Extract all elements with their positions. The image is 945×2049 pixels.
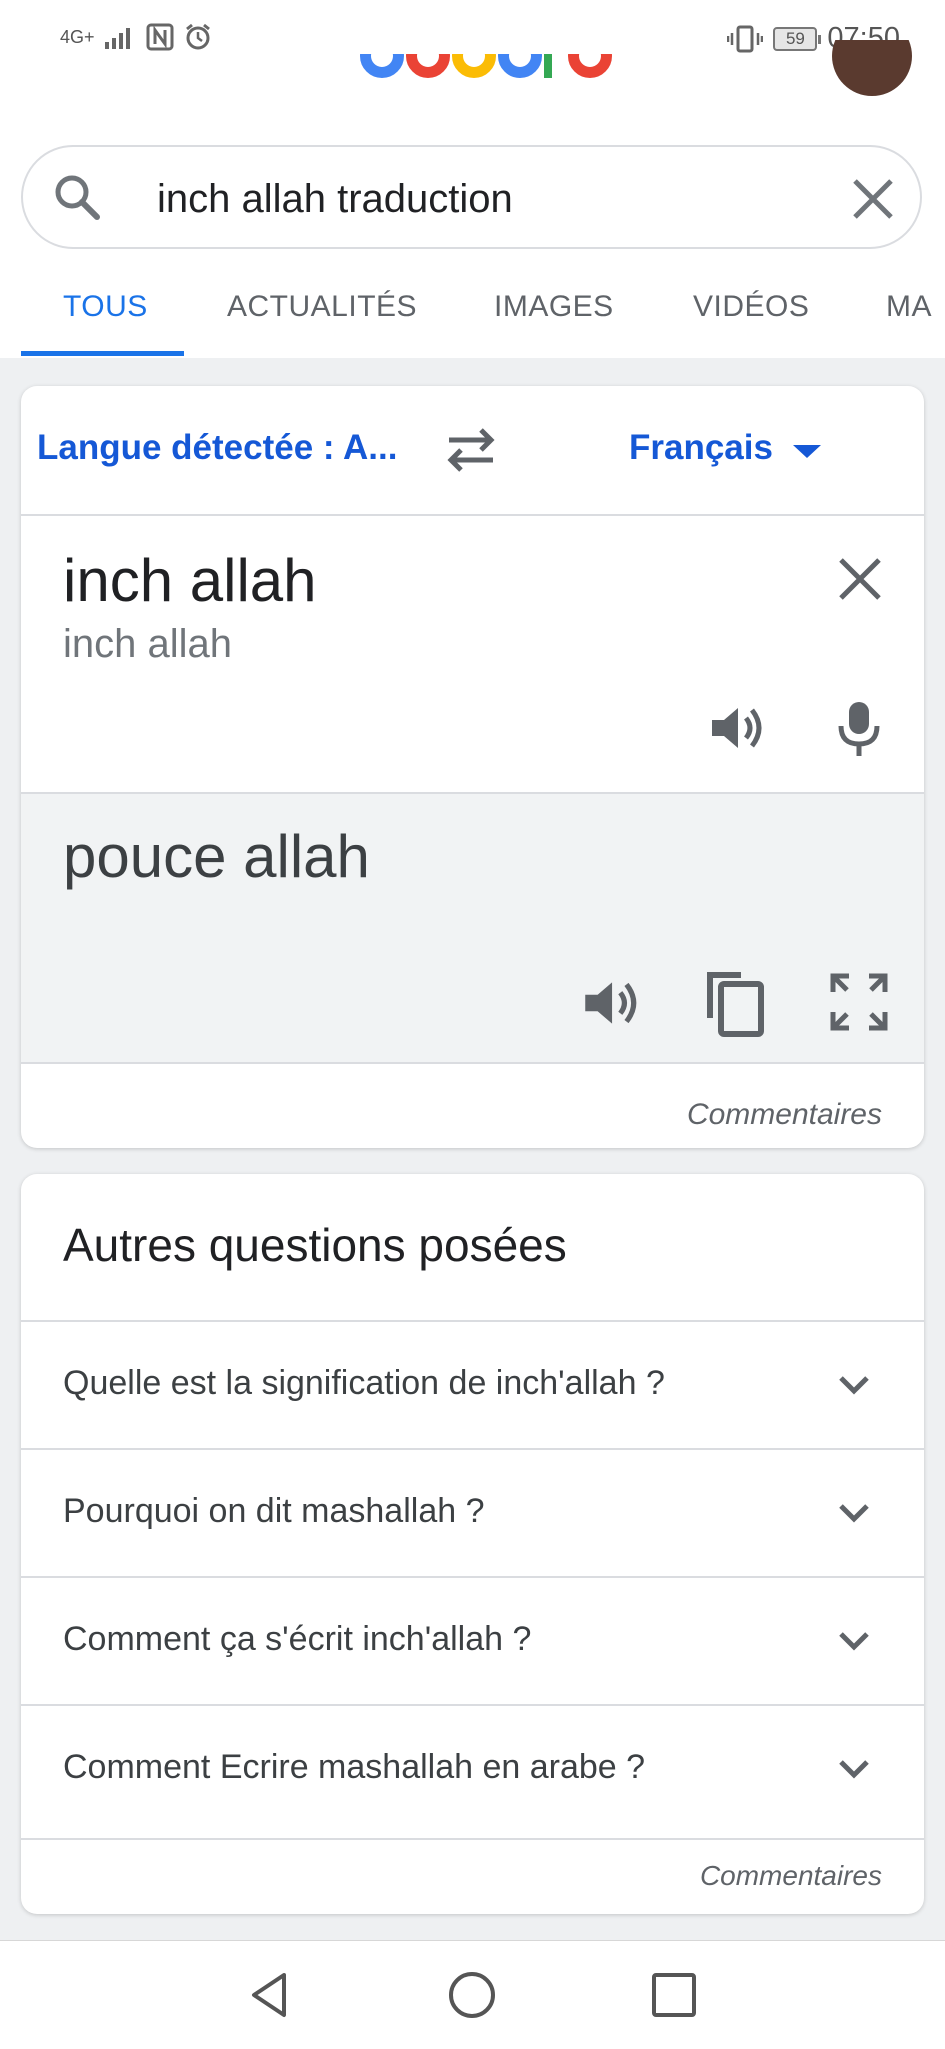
- nfc-icon: [146, 23, 174, 51]
- section-title: Autres questions posées: [63, 1219, 567, 1271]
- question-item[interactable]: Comment Ecrire mashallah en arabe ?: [21, 1704, 924, 1832]
- chevron-down-icon: [839, 1376, 869, 1395]
- dropdown-caret-icon: [792, 444, 821, 458]
- fullscreen-icon[interactable]: [827, 970, 891, 1034]
- network-label: 4G+: [60, 26, 95, 47]
- tab-more[interactable]: MA: [886, 290, 932, 324]
- question-text: Comment ça s'écrit inch'allah ?: [63, 1620, 532, 1658]
- feedback-link[interactable]: Commentaires: [687, 1098, 882, 1132]
- chevron-down-icon: [839, 1760, 869, 1779]
- target-language-label: Français: [629, 428, 773, 467]
- tab-tous[interactable]: TOUS: [63, 290, 148, 324]
- close-icon[interactable]: [845, 171, 901, 227]
- home-icon[interactable]: [446, 1969, 498, 2021]
- question-item[interactable]: Pourquoi on dit mashallah ?: [21, 1448, 924, 1576]
- people-also-ask-card: Autres questions posées Quelle est la si…: [21, 1174, 924, 1914]
- translation-panel: pouce allah: [21, 792, 924, 1064]
- speaker-icon[interactable]: [704, 696, 768, 760]
- clear-source-icon[interactable]: [833, 552, 887, 606]
- battery-level: 59: [785, 28, 805, 48]
- question-item[interactable]: Comment ça s'écrit inch'allah ?: [21, 1576, 924, 1704]
- source-text[interactable]: inch allah: [63, 546, 317, 615]
- swap-languages-icon[interactable]: [441, 424, 501, 476]
- back-icon[interactable]: [244, 1969, 296, 2021]
- copy-icon[interactable]: [701, 966, 767, 1038]
- chevron-down-icon: [839, 1504, 869, 1523]
- active-tab-indicator: [21, 351, 184, 356]
- question-text: Quelle est la signification de inch'alla…: [63, 1364, 665, 1402]
- source-language-selector[interactable]: Langue détectée : A...: [37, 428, 397, 468]
- search-input[interactable]: [157, 171, 857, 227]
- language-bar: Langue détectée : A... Français: [21, 386, 924, 516]
- navigation-bar: [0, 1940, 945, 2049]
- search-tabs: TOUS ACTUALITÉS IMAGES VIDÉOS MA: [0, 260, 945, 358]
- question-text: Pourquoi on dit mashallah ?: [63, 1492, 485, 1530]
- search-box: [21, 145, 922, 249]
- search-icon[interactable]: [51, 171, 103, 223]
- tab-actualites[interactable]: ACTUALITÉS: [227, 290, 417, 324]
- feedback-link[interactable]: Commentaires: [700, 1860, 882, 1892]
- speaker-icon[interactable]: [577, 970, 643, 1036]
- question-text: Comment Ecrire mashallah en arabe ?: [63, 1748, 646, 1786]
- translation-text: pouce allah: [63, 823, 370, 890]
- translator-card: Langue détectée : A... Français inch all…: [21, 386, 924, 1148]
- microphone-icon[interactable]: [827, 696, 891, 760]
- battery-indicator: 59: [773, 26, 822, 51]
- recents-icon[interactable]: [648, 1969, 700, 2021]
- avatar[interactable]: [832, 40, 912, 96]
- target-language-selector[interactable]: Français: [629, 428, 821, 468]
- alarm-icon: [185, 23, 210, 50]
- vibrate-icon: [727, 25, 764, 52]
- source-panel: inch allah inch allah: [21, 516, 924, 792]
- tab-videos[interactable]: VIDÉOS: [693, 290, 809, 324]
- signal-icon: [104, 28, 130, 49]
- source-transliteration: inch allah: [63, 622, 233, 666]
- tab-images[interactable]: IMAGES: [494, 290, 614, 324]
- status-left: 4G+: [60, 22, 213, 52]
- chevron-down-icon: [839, 1632, 869, 1651]
- feedback-row: Commentaires: [21, 1838, 924, 1914]
- question-item[interactable]: Quelle est la signification de inch'alla…: [21, 1320, 924, 1448]
- google-logo[interactable]: [360, 54, 612, 102]
